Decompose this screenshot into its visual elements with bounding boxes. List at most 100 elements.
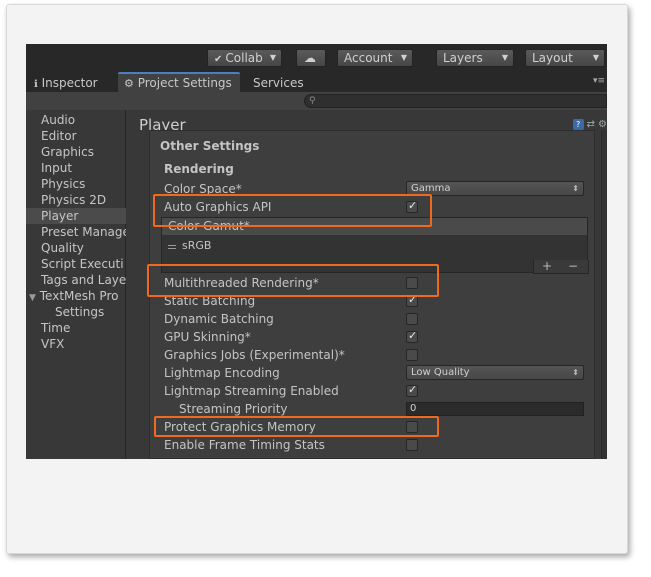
list-item-label: sRGB (182, 239, 212, 252)
list-item[interactable]: sRGB (162, 237, 587, 255)
sidebar-item-label: Physics (41, 177, 86, 191)
sidebar-item-label: Settings (55, 305, 105, 319)
tab-project-settings[interactable]: ⚙ Project Settings (118, 72, 240, 92)
layers-label: Layers (443, 51, 483, 65)
header-icons: ? ⇄ ⚙ (570, 119, 607, 130)
info-icon: ℹ (34, 79, 38, 90)
lightmap-streaming-label: Lightmap Streaming Enabled (164, 384, 339, 398)
scrollbar[interactable] (601, 130, 607, 459)
lightmap-encoding-dropdown[interactable]: Low Quality ⬍ (406, 365, 584, 380)
search-row: ⚲ (26, 92, 607, 110)
updown-arrows-icon: ⬍ (572, 368, 579, 377)
account-label: Account (344, 51, 393, 65)
sidebar-item-vfx[interactable]: VFX (26, 336, 126, 352)
section-header[interactable]: Other Settings (160, 139, 259, 153)
sidebar-item-physics[interactable]: Physics (26, 176, 126, 192)
sidebar-item-label: Physics 2D (41, 193, 107, 207)
layout-label: Layout (532, 51, 573, 65)
highlight-auto-graphics-api (153, 194, 432, 227)
dropdown-caret-icon: ▼ (592, 53, 599, 62)
tab-services[interactable]: Services (247, 74, 307, 92)
sidebar-item-label: Time (41, 321, 71, 335)
tab-label: Project Settings (137, 76, 232, 90)
settings-sidebar: Audio Editor Graphics Input Physics Phys… (26, 110, 126, 459)
sidebar-item-label: Preset Manage (41, 225, 126, 239)
tab-inspector[interactable]: ℹ Inspector (28, 74, 114, 92)
dropdown-caret-icon: ▼ (400, 53, 407, 62)
graphics-jobs-label: Graphics Jobs (Experimental)* (164, 348, 345, 362)
sidebar-item-preset-manager[interactable]: Preset Manage (26, 224, 126, 240)
lightmap-streaming-checkbox[interactable]: ✓ (406, 383, 418, 397)
search-icon: ⚲ (309, 96, 316, 106)
toolbar: ✔ Collab ▼ ☁ Account ▼ Layers ▼ Layout ▼ (26, 44, 607, 72)
sidebar-item-input[interactable]: Input (26, 160, 126, 176)
sidebar-item-quality[interactable]: Quality (26, 240, 126, 256)
highlight-multithreaded-rendering (147, 264, 439, 297)
collab-label: Collab (225, 51, 263, 65)
tab-label: Inspector (41, 76, 98, 90)
sidebar-item-label: Tags and Laye (41, 273, 126, 287)
sidebar-item-audio[interactable]: Audio (26, 112, 126, 128)
sidebar-item-label: Input (41, 161, 73, 175)
highlight-protect-graphics-memory (154, 416, 439, 437)
gear-icon[interactable]: ⚙ (598, 119, 607, 130)
sidebar-item-label: Player (41, 209, 79, 223)
sidebar-item-graphics[interactable]: Graphics (26, 144, 126, 160)
collab-button[interactable]: ✔ Collab ▼ (207, 49, 282, 67)
tab-menu-icon[interactable]: ▾≡ (593, 76, 605, 86)
dropdown-caret-icon: ▼ (269, 53, 276, 62)
tab-label: Services (253, 76, 304, 90)
dropdown-caret-icon: ▼ (501, 53, 508, 62)
sidebar-item-time[interactable]: Time (26, 320, 126, 336)
rendering-header: Rendering (164, 162, 234, 176)
search-input[interactable]: ⚲ (304, 94, 607, 108)
sidebar-item-label: Graphics (41, 145, 94, 159)
sidebar-item-label: Script Executi (41, 257, 124, 271)
sidebar-item-textmesh-settings[interactable]: Settings (26, 304, 126, 320)
sidebar-item-physics-2d[interactable]: Physics 2D (26, 192, 126, 208)
field-value: 0 (410, 403, 417, 414)
drag-handle-icon[interactable] (168, 245, 176, 249)
cloud-icon: ☁ (304, 51, 316, 65)
gpu-skinning-checkbox[interactable]: ✓ (406, 329, 418, 343)
preset-icon[interactable]: ⇄ (587, 119, 595, 130)
list-controls: + − (533, 260, 589, 274)
sidebar-item-editor[interactable]: Editor (26, 128, 126, 144)
dynamic-batching-label: Dynamic Batching (164, 312, 274, 326)
help-icon[interactable]: ? (572, 119, 584, 130)
sidebar-item-textmesh-pro[interactable]: ▼ TextMesh Pro (26, 288, 126, 304)
dynamic-batching-checkbox[interactable] (406, 313, 418, 325)
unity-editor-window: ✔ Collab ▼ ☁ Account ▼ Layers ▼ Layout ▼ … (26, 44, 607, 459)
layout-dropdown[interactable]: Layout ▼ (525, 49, 605, 67)
gear-icon: ⚙ (124, 77, 134, 90)
frame-timing-stats-checkbox[interactable] (406, 439, 418, 451)
updown-arrows-icon: ⬍ (572, 184, 579, 193)
sidebar-item-script-execution[interactable]: Script Executi (26, 256, 126, 272)
layers-dropdown[interactable]: Layers ▼ (436, 49, 514, 67)
dropdown-value: Low Quality (411, 367, 470, 378)
graphics-jobs-checkbox[interactable] (406, 349, 418, 361)
checkmark-icon: ✓ (408, 329, 418, 342)
checkmark-icon: ✓ (408, 383, 418, 396)
sidebar-item-label: Audio (41, 113, 76, 127)
frame-timing-stats-label: Enable Frame Timing Stats (164, 438, 325, 452)
gpu-skinning-label: GPU Skinning* (164, 330, 251, 344)
color-space-dropdown[interactable]: Gamma ⬍ (406, 181, 584, 196)
remove-button[interactable]: − (568, 260, 578, 272)
sidebar-item-player[interactable]: Player (26, 208, 126, 224)
streaming-priority-label: Streaming Priority (179, 402, 288, 416)
cloud-button[interactable]: ☁ (296, 49, 326, 67)
tab-bar: ℹ Inspector ⚙ Project Settings Services … (26, 72, 607, 92)
lightmap-encoding-label: Lightmap Encoding (164, 366, 280, 380)
add-button[interactable]: + (542, 260, 552, 272)
expand-arrow-icon[interactable]: ▼ (29, 293, 36, 303)
sidebar-item-label: VFX (41, 337, 65, 351)
account-dropdown[interactable]: Account ▼ (337, 49, 413, 67)
sidebar-item-tags-and-layers[interactable]: Tags and Laye (26, 272, 126, 288)
checkmark-icon: ✔ (214, 54, 223, 65)
sidebar-item-label: Quality (41, 241, 84, 255)
sidebar-item-label: TextMesh Pro (39, 289, 119, 303)
sidebar-item-label: Editor (41, 129, 77, 143)
dropdown-value: Gamma (411, 183, 451, 194)
streaming-priority-field[interactable]: 0 (406, 402, 584, 416)
